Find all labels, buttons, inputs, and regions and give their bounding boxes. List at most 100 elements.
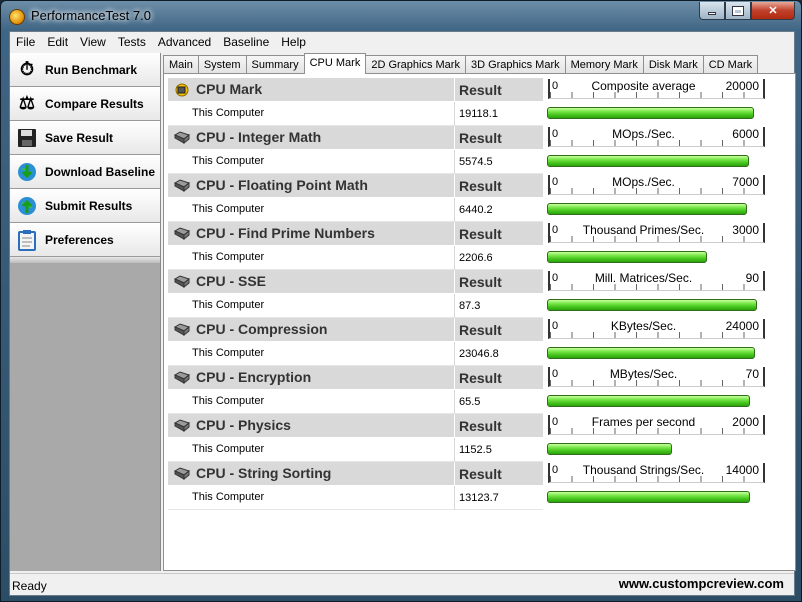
result-row[interactable]: This Computer 1152.5 [168, 438, 543, 462]
row-label: This Computer [192, 107, 265, 119]
chip-icon [173, 131, 191, 145]
tab-main[interactable]: Main [163, 55, 199, 74]
menu-baseline[interactable]: Baseline [217, 32, 275, 52]
minimize-icon [708, 12, 716, 15]
menu-file[interactable]: File [10, 32, 41, 52]
test-name: CPU - Physics [196, 417, 291, 433]
download-baseline-button[interactable]: Download Baseline [10, 155, 160, 189]
tab-2d-graphics-mark[interactable]: 2D Graphics Mark [365, 55, 466, 74]
result-row[interactable]: This Computer 5574.5 [168, 150, 543, 174]
score-bar [547, 203, 747, 215]
test-header-row[interactable]: CPU - Physics Result [168, 414, 543, 438]
clipboard-icon [15, 228, 39, 252]
score-bar [547, 251, 707, 263]
test-header-row[interactable]: CPU - String Sorting Result [168, 462, 543, 486]
chip-icon [173, 179, 191, 193]
result-column-header: Result [454, 270, 543, 294]
scale-axis: 0 KBytes/Sec. 24000 [548, 319, 765, 339]
tab-system[interactable]: System [197, 55, 247, 74]
result-value: 2206.6 [454, 246, 543, 270]
row-label: This Computer [192, 491, 265, 503]
run-benchmark-label: Run Benchmark [45, 62, 138, 77]
scale-max: 70 [745, 367, 759, 381]
status-text: Ready [12, 579, 47, 593]
tab-disk-mark[interactable]: Disk Mark [642, 55, 704, 74]
score-bar-track [547, 203, 764, 215]
scale-axis: 0 Thousand Primes/Sec. 3000 [548, 223, 765, 243]
test-name: CPU - String Sorting [196, 465, 332, 481]
score-bar-track [547, 395, 764, 407]
result-row[interactable]: This Computer 2206.6 [168, 246, 543, 270]
result-row[interactable]: This Computer 19118.1 [168, 102, 543, 126]
submit-results-button[interactable]: Submit Results [10, 189, 160, 223]
tab-cd-mark[interactable]: CD Mark [702, 55, 759, 74]
title-bar[interactable]: PerformanceTest 7.0 ✕ [1, 1, 801, 31]
test-section: CPU - SSE Result This Computer 87.3 0 Mill. M… [168, 270, 790, 318]
save-result-button[interactable]: Save Result [10, 121, 160, 155]
score-bar [547, 155, 749, 167]
test-header-row[interactable]: CPU - Floating Point Math Result [168, 174, 543, 198]
preferences-button[interactable]: Preferences [10, 223, 160, 257]
tab-summary[interactable]: Summary [245, 55, 305, 74]
scale-unit: MBytes/Sec. [609, 367, 678, 381]
test-header-row[interactable]: CPU - Integer Math Result [168, 126, 543, 150]
row-label: This Computer [192, 203, 265, 215]
test-section: CPU - String Sorting Result This Computer 1… [168, 462, 790, 510]
menu-tests[interactable]: Tests [112, 32, 152, 52]
scale-unit: MOps./Sec. [612, 127, 675, 141]
menu-help[interactable]: Help [275, 32, 312, 52]
scale-unit: Thousand Primes/Sec. [582, 223, 705, 237]
result-row[interactable]: This Computer 23046.8 [168, 342, 543, 366]
close-button[interactable]: ✕ [751, 2, 795, 20]
menu-view[interactable]: View [74, 32, 112, 52]
tab-cpu-mark[interactable]: CPU Mark [303, 53, 367, 74]
download-baseline-label: Download Baseline [45, 164, 156, 179]
client-area: File Edit View Tests Advanced Baseline H… [9, 31, 796, 596]
test-header-row[interactable]: CPU - Find Prime Numbers Result [168, 222, 543, 246]
menu-advanced[interactable]: Advanced [152, 32, 217, 52]
scale-min: 0 [552, 464, 559, 476]
globe-download-icon [15, 160, 39, 184]
compare-results-button[interactable]: ⚖ Compare Results [10, 87, 160, 121]
test-header-row[interactable]: CPU - Encryption Result [168, 366, 543, 390]
maximize-button[interactable] [725, 2, 751, 20]
tab-memory-mark[interactable]: Memory Mark [564, 55, 644, 74]
scale-axis: 0 MOps./Sec. 7000 [548, 175, 765, 195]
tab-3d-graphics-mark[interactable]: 3D Graphics Mark [464, 55, 566, 74]
score-bar [547, 347, 756, 359]
test-header-row[interactable]: CPU Mark Result [168, 78, 543, 102]
test-name: CPU - Compression [196, 321, 328, 337]
scale-axis: 0 MBytes/Sec. 70 [548, 367, 765, 387]
test-section: CPU - Integer Math Result This Computer 557… [168, 126, 790, 174]
result-row[interactable]: This Computer 13123.7 [168, 486, 543, 510]
app-window: PerformanceTest 7.0 ✕ File Edit View Tes… [0, 0, 802, 602]
result-row[interactable]: This Computer 87.3 [168, 294, 543, 318]
scale-axis: 0 Frames per second 2000 [548, 415, 765, 435]
scale-min: 0 [552, 80, 559, 92]
test-section: CPU - Find Prime Numbers Result This Compu… [168, 222, 790, 270]
result-column-header: Result [454, 366, 543, 390]
test-header-row[interactable]: CPU - SSE Result [168, 270, 543, 294]
test-header-row[interactable]: CPU - Compression Result [168, 318, 543, 342]
result-value: 65.5 [454, 390, 543, 414]
result-row[interactable]: This Computer 6440.2 [168, 198, 543, 222]
result-value: 1152.5 [454, 438, 543, 462]
scale-unit: MOps./Sec. [612, 175, 675, 189]
test-section: CPU - Encryption Result This Computer 65.5 0… [168, 366, 790, 414]
result-row[interactable]: This Computer 65.5 [168, 390, 543, 414]
cpu-mark-icon [174, 83, 190, 97]
menu-edit[interactable]: Edit [41, 32, 74, 52]
result-value: 19118.1 [454, 102, 543, 126]
scale-unit: Thousand Strings/Sec. [582, 463, 705, 477]
test-section: CPU - Floating Point Math Result This Comp… [168, 174, 790, 222]
minimize-button[interactable] [699, 2, 725, 20]
score-bar [547, 395, 751, 407]
scale-unit: Composite average [591, 79, 696, 93]
scale-axis: 0 Composite average 20000 [548, 79, 765, 99]
test-section: CPU Mark Result This Computer 19118.1 0 Compo… [168, 78, 790, 126]
submit-results-label: Submit Results [45, 198, 133, 213]
results-grid: CPU Mark Result This Computer 19118.1 0 Compo… [168, 78, 790, 510]
chip-icon [173, 227, 191, 241]
run-benchmark-button[interactable]: ⏱ Run Benchmark [10, 53, 160, 87]
row-label: This Computer [192, 395, 265, 407]
